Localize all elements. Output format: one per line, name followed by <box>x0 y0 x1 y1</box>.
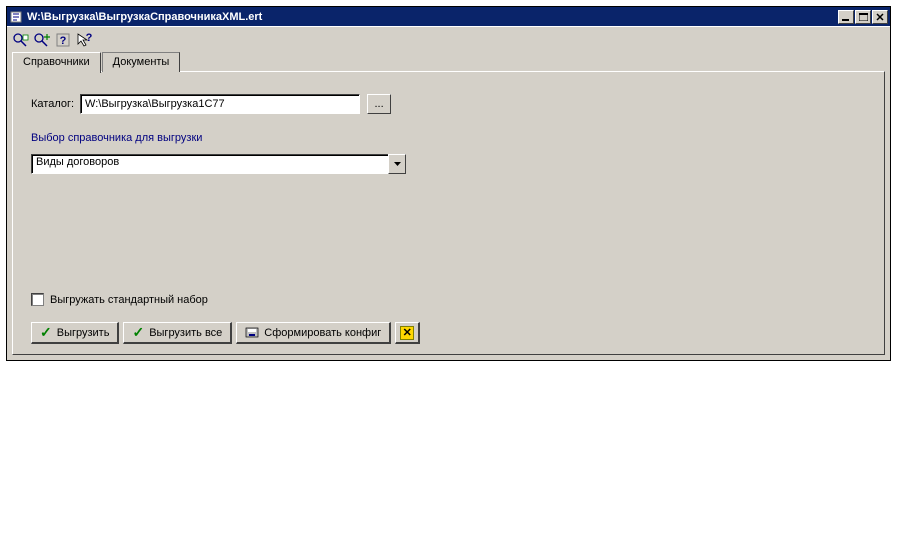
maximize-button[interactable] <box>855 10 871 24</box>
catalog-label: Каталог: <box>31 98 74 110</box>
cursor-help-icon[interactable]: ? <box>76 32 92 48</box>
button-label: Сформировать конфиг <box>264 327 381 339</box>
button-label: Выгрузить все <box>149 327 222 339</box>
dropdown-button[interactable] <box>388 154 406 174</box>
toolbar: ? ? <box>7 26 890 52</box>
export-standard-checkbox[interactable] <box>31 293 44 306</box>
titlebar: W:\Выгрузка\ВыгрузкаСправочникаXML.ert <box>7 7 890 26</box>
app-icon <box>9 10 23 24</box>
x-icon: ✕ <box>400 326 414 340</box>
check-icon: ✓ <box>40 324 52 341</box>
catalog-row: Каталог: ... <box>31 94 866 114</box>
catalog-input[interactable] <box>80 94 360 114</box>
checkbox-label: Выгружать стандартный набор <box>50 294 208 306</box>
toolbar-icon-2[interactable] <box>34 32 50 48</box>
tab-panel: Каталог: ... Выбор справочника для выгру… <box>12 71 885 355</box>
bottom-area: Выгружать стандартный набор ✓ Выгрузить … <box>31 293 866 344</box>
reference-dropdown[interactable]: Виды договоров <box>31 154 406 174</box>
chevron-down-icon <box>394 162 401 166</box>
disk-icon <box>245 325 259 341</box>
section-title: Выбор справочника для выгрузки <box>31 132 866 144</box>
tab-label: Документы <box>113 56 170 68</box>
help-icon[interactable]: ? <box>55 32 71 48</box>
svg-text:?: ? <box>60 35 67 47</box>
build-config-button[interactable]: Сформировать конфиг <box>236 322 391 344</box>
window-title: W:\Выгрузка\ВыгрузкаСправочникаXML.ert <box>27 11 838 23</box>
button-label: Выгрузить <box>57 327 110 339</box>
export-button[interactable]: ✓ Выгрузить <box>31 322 119 344</box>
tab-documents[interactable]: Документы <box>102 52 181 72</box>
tabstrip: Справочники Документы <box>12 52 885 72</box>
tab-label: Справочники <box>23 56 90 68</box>
minimize-button[interactable] <box>838 10 854 24</box>
client-area: Справочники Документы Каталог: ... Выбор… <box>7 52 890 360</box>
export-all-button[interactable]: ✓ Выгрузить все <box>123 322 232 344</box>
action-buttons: ✓ Выгрузить ✓ Выгрузить все Сформировать… <box>31 322 866 344</box>
toolbar-icon-1[interactable] <box>13 32 29 48</box>
close-button[interactable] <box>872 10 888 24</box>
tab-references[interactable]: Справочники <box>12 52 101 73</box>
browse-label: ... <box>374 98 383 110</box>
cancel-button[interactable]: ✕ <box>395 322 420 344</box>
svg-text:?: ? <box>86 32 92 44</box>
check-icon: ✓ <box>132 324 144 341</box>
browse-button[interactable]: ... <box>367 94 391 114</box>
dropdown-value: Виды договоров <box>31 154 388 174</box>
checkbox-row: Выгружать стандартный набор <box>31 293 866 306</box>
window-controls <box>838 10 888 24</box>
main-window: W:\Выгрузка\ВыгрузкаСправочникаXML.ert ?… <box>6 6 891 361</box>
